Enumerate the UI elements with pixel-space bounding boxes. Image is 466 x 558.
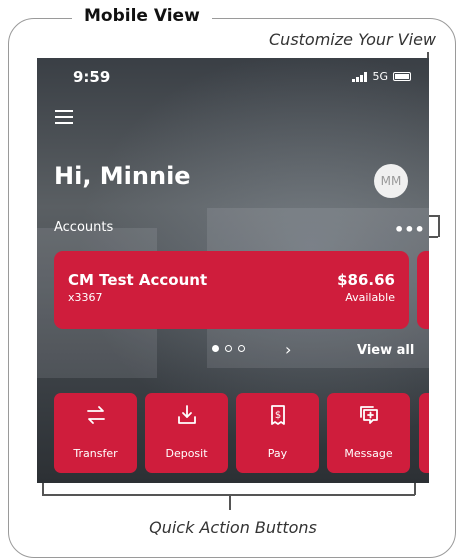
callout-line [428, 215, 438, 217]
customize-annotation: Customize Your View [269, 30, 436, 49]
signal-icon [352, 71, 368, 82]
battery-icon [393, 72, 411, 81]
action-label: Pay [267, 447, 288, 460]
message-button[interactable]: Message [327, 393, 410, 473]
carousel-dot[interactable] [238, 345, 245, 352]
action-label: Transfer [73, 447, 118, 460]
frame-title: Mobile View [72, 6, 212, 26]
account-card[interactable]: CM Test Account x3367 $86.66 Available [54, 251, 409, 329]
account-number: x3367 [68, 291, 103, 304]
svg-text:$: $ [274, 410, 280, 421]
carousel-dot[interactable] [225, 345, 232, 352]
phone-screen: 9:59 5G Hi, Minnie MM Accounts ••• CM Te… [37, 58, 429, 483]
status-time: 9:59 [73, 68, 111, 86]
action-label: Deposit [165, 447, 208, 460]
callout-line [229, 494, 231, 510]
account-card-next[interactable] [417, 251, 429, 329]
callout-line [438, 215, 440, 237]
network-label: 5G [372, 70, 388, 83]
action-label: Message [344, 447, 393, 460]
account-balance: $86.66 [337, 271, 395, 289]
pay-button[interactable]: $ Pay [236, 393, 319, 473]
greeting: Hi, Minnie [54, 162, 191, 190]
account-name: CM Test Account [68, 271, 208, 289]
avatar[interactable]: MM [374, 164, 408, 198]
deposit-icon [145, 403, 228, 427]
transfer-button[interactable]: Transfer [54, 393, 137, 473]
balance-label: Available [345, 291, 395, 304]
hamburger-menu-icon[interactable] [55, 110, 73, 128]
chevron-right-icon[interactable]: › [285, 340, 291, 359]
ellipsis-icon[interactable]: ••• [394, 220, 425, 239]
carousel-dots[interactable] [212, 345, 245, 352]
message-icon [327, 403, 410, 427]
accounts-label: Accounts [54, 220, 114, 235]
deposit-button[interactable]: Deposit [145, 393, 228, 473]
pay-icon: $ [236, 403, 319, 427]
callout-line [428, 236, 438, 238]
quick-actions-annotation: Quick Action Buttons [149, 518, 317, 537]
quick-action-next[interactable] [419, 393, 429, 473]
status-indicators: 5G [352, 70, 411, 83]
transfer-icon [54, 403, 137, 427]
view-all-link[interactable]: View all [357, 343, 414, 358]
carousel-dot[interactable] [212, 345, 219, 352]
